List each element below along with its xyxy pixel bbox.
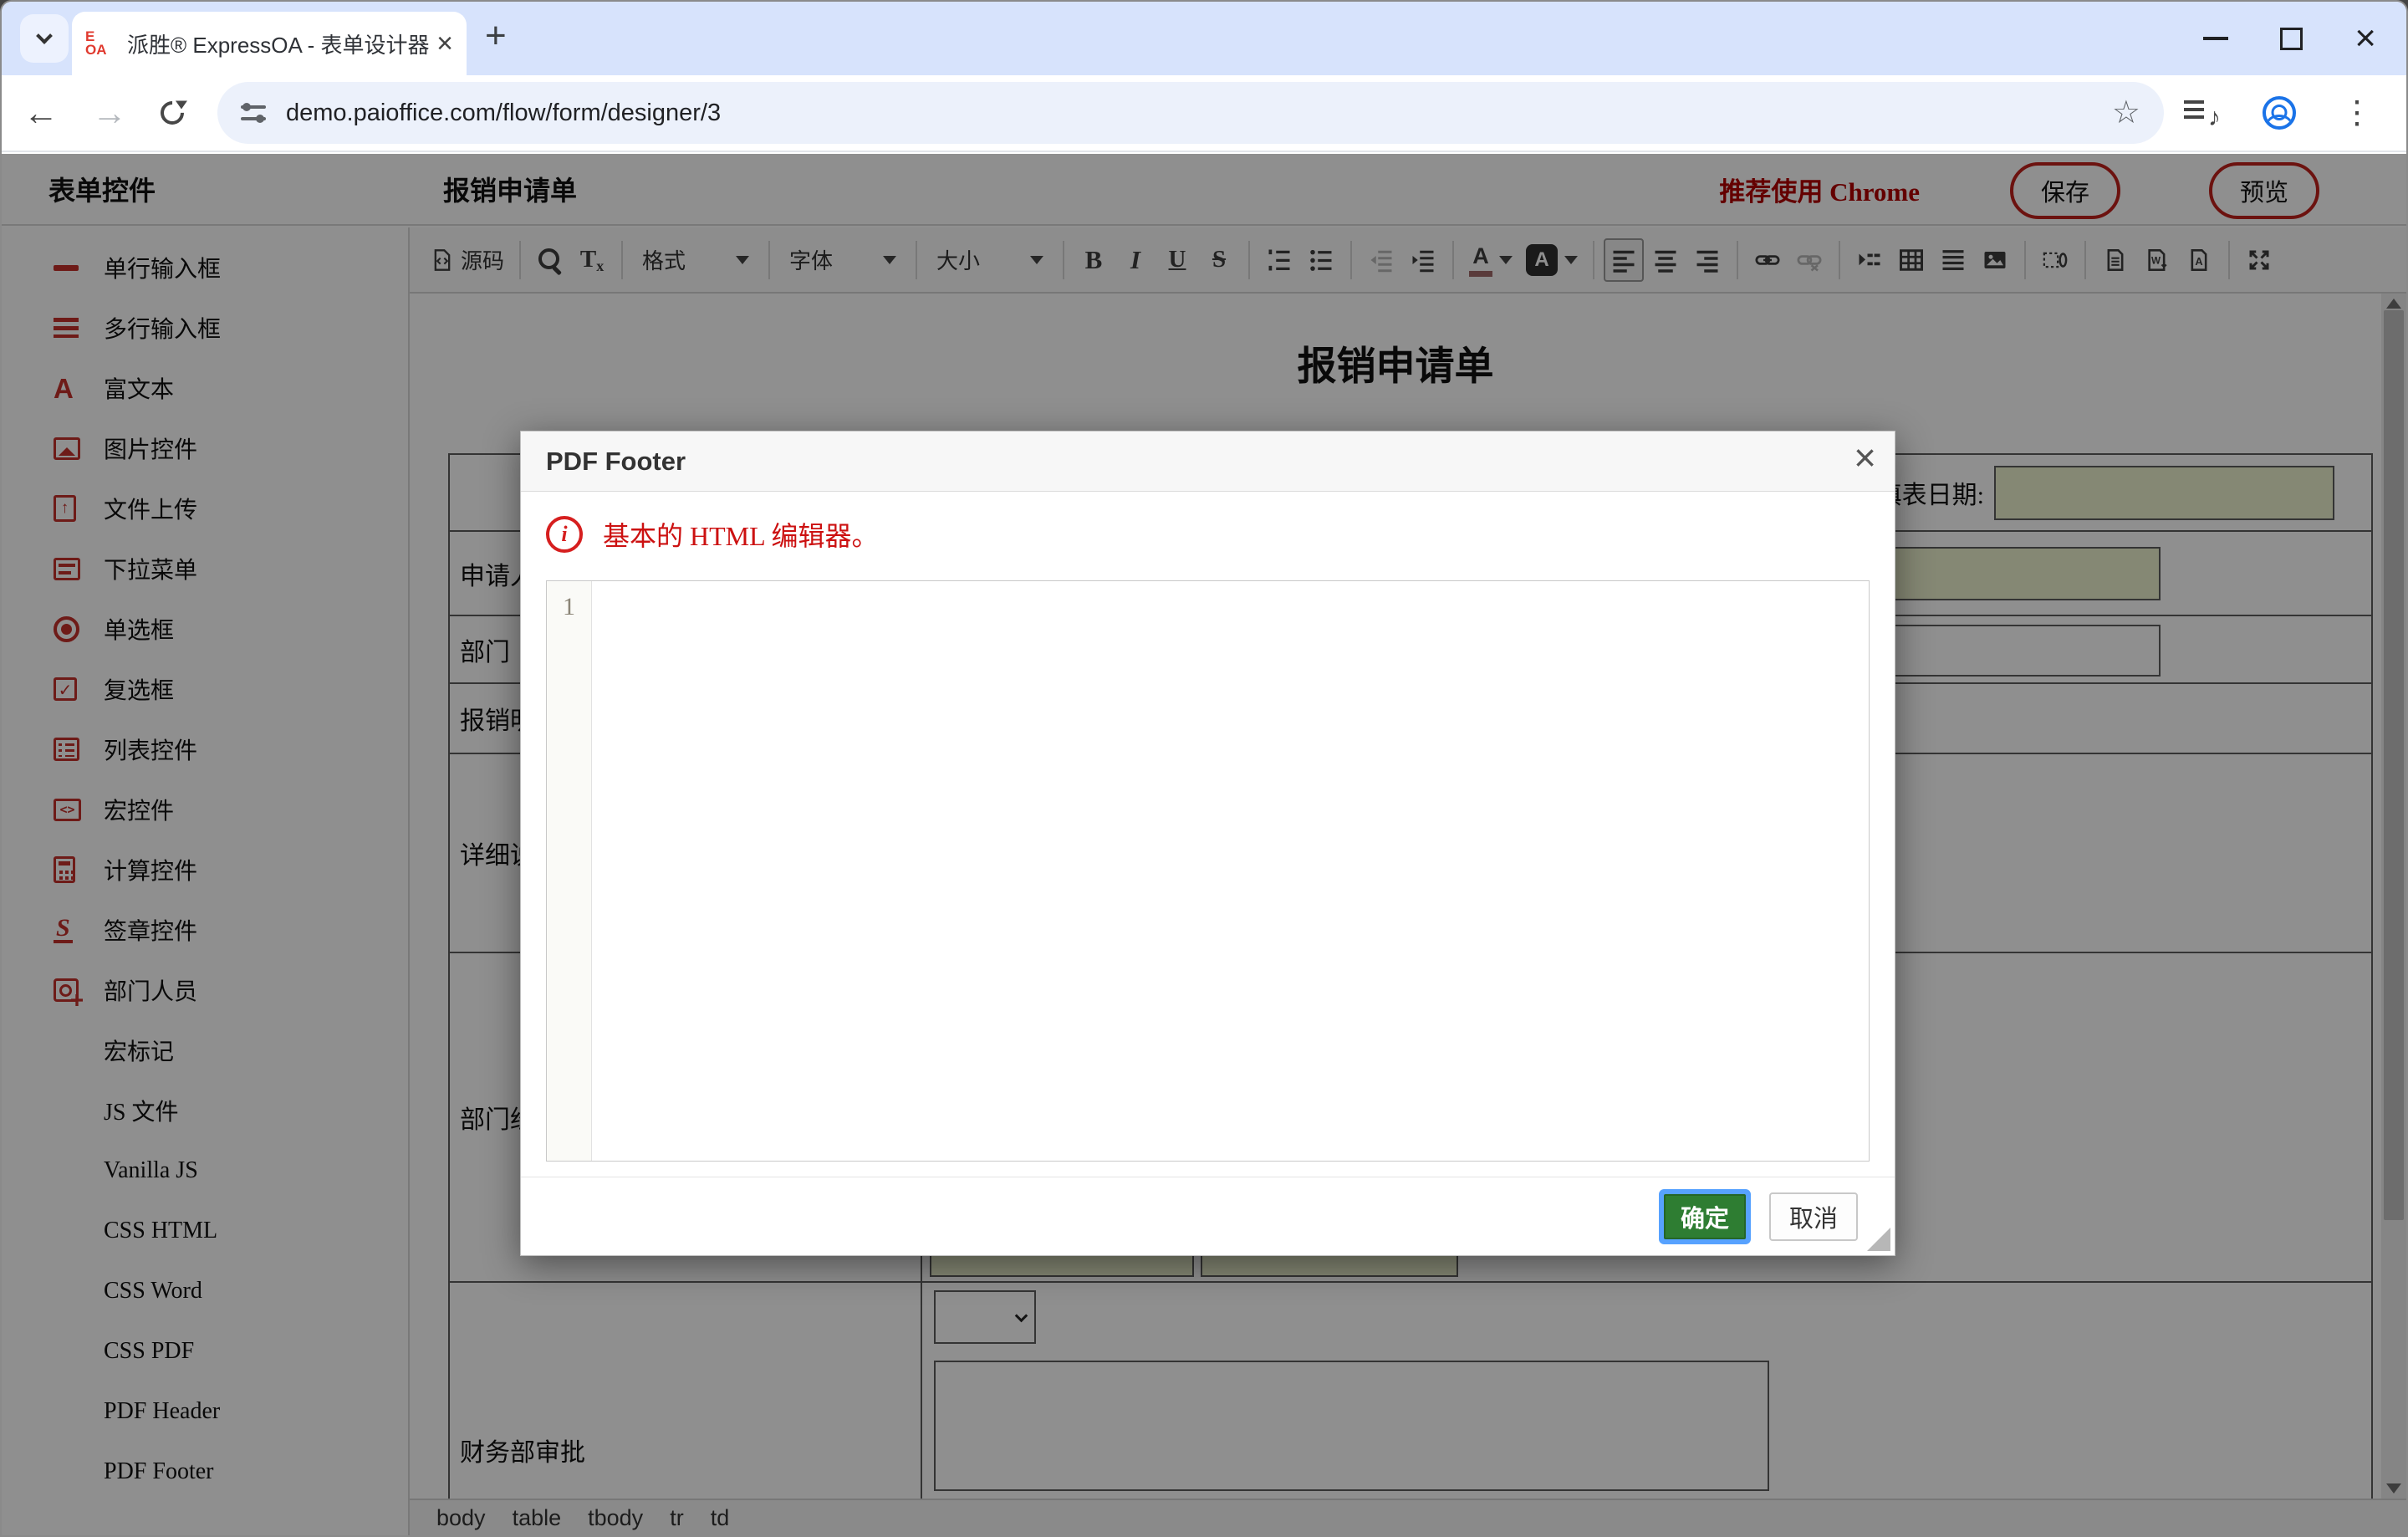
site-settings-icon[interactable] [241,100,266,125]
dialog-info-row: i 基本的 HTML 编辑器。 [546,515,878,554]
tab-title: 派胜® ExpressOA - 表单设计器 [127,32,430,58]
dialog-header[interactable]: PDF Footer × [521,431,1895,492]
browser-titlebar: E OA 派胜® ExpressOA - 表单设计器 × + × [2,2,2406,75]
back-icon[interactable]: ← [23,95,59,130]
dialog-resize-handle[interactable] [1867,1228,1890,1251]
close-window-icon[interactable]: × [2354,20,2376,57]
forward-icon[interactable]: → [92,95,127,130]
profile-avatar-icon[interactable] [2263,96,2296,130]
html-code-editor[interactable]: 1 [546,580,1870,1162]
pdf-footer-dialog: PDF Footer × i 基本的 HTML 编辑器。 1 确定 取消 [520,431,1895,1256]
address-bar[interactable]: demo.paioffice.com/flow/form/designer/3 … [217,82,2164,144]
maximize-icon[interactable] [2280,27,2303,50]
expressoa-favicon-icon: E OA [85,28,107,58]
info-icon: i [546,516,583,553]
browser-menu-icon[interactable]: ⋮ [2341,97,2373,129]
browser-action-icons: ♪ ⋮ [2184,96,2373,131]
browser-window: E OA 派胜® ExpressOA - 表单设计器 × + × ← → dem… [0,0,2408,1537]
tab-search-chevron-button[interactable] [20,14,69,63]
browser-toolbar: ← → demo.paioffice.com/flow/form/designe… [2,75,2406,152]
line-number-gutter: 1 [547,581,592,1161]
dialog-title: PDF Footer [546,446,686,476]
ok-button[interactable]: 确定 [1664,1193,1746,1239]
tab-close-icon[interactable]: × [436,29,453,58]
bookmark-star-icon[interactable]: ☆ [2112,97,2140,129]
browser-tab[interactable]: E OA 派胜® ExpressOA - 表单设计器 × [72,12,467,75]
media-controls-icon[interactable]: ♪ [2184,99,2221,131]
minimize-icon[interactable] [2203,37,2229,40]
url-text[interactable]: demo.paioffice.com/flow/form/designer/3 [286,100,2112,127]
dialog-info-text: 基本的 HTML 编辑器。 [603,521,879,551]
new-tab-button[interactable]: + [485,15,507,57]
chevron-down-icon [36,28,53,44]
reload-icon[interactable] [156,96,189,130]
window-controls: × [2203,2,2376,75]
cancel-button[interactable]: 取消 [1769,1192,1858,1241]
dialog-footer: 确定 取消 [521,1177,1895,1255]
dialog-close-icon[interactable]: × [1854,438,1876,477]
